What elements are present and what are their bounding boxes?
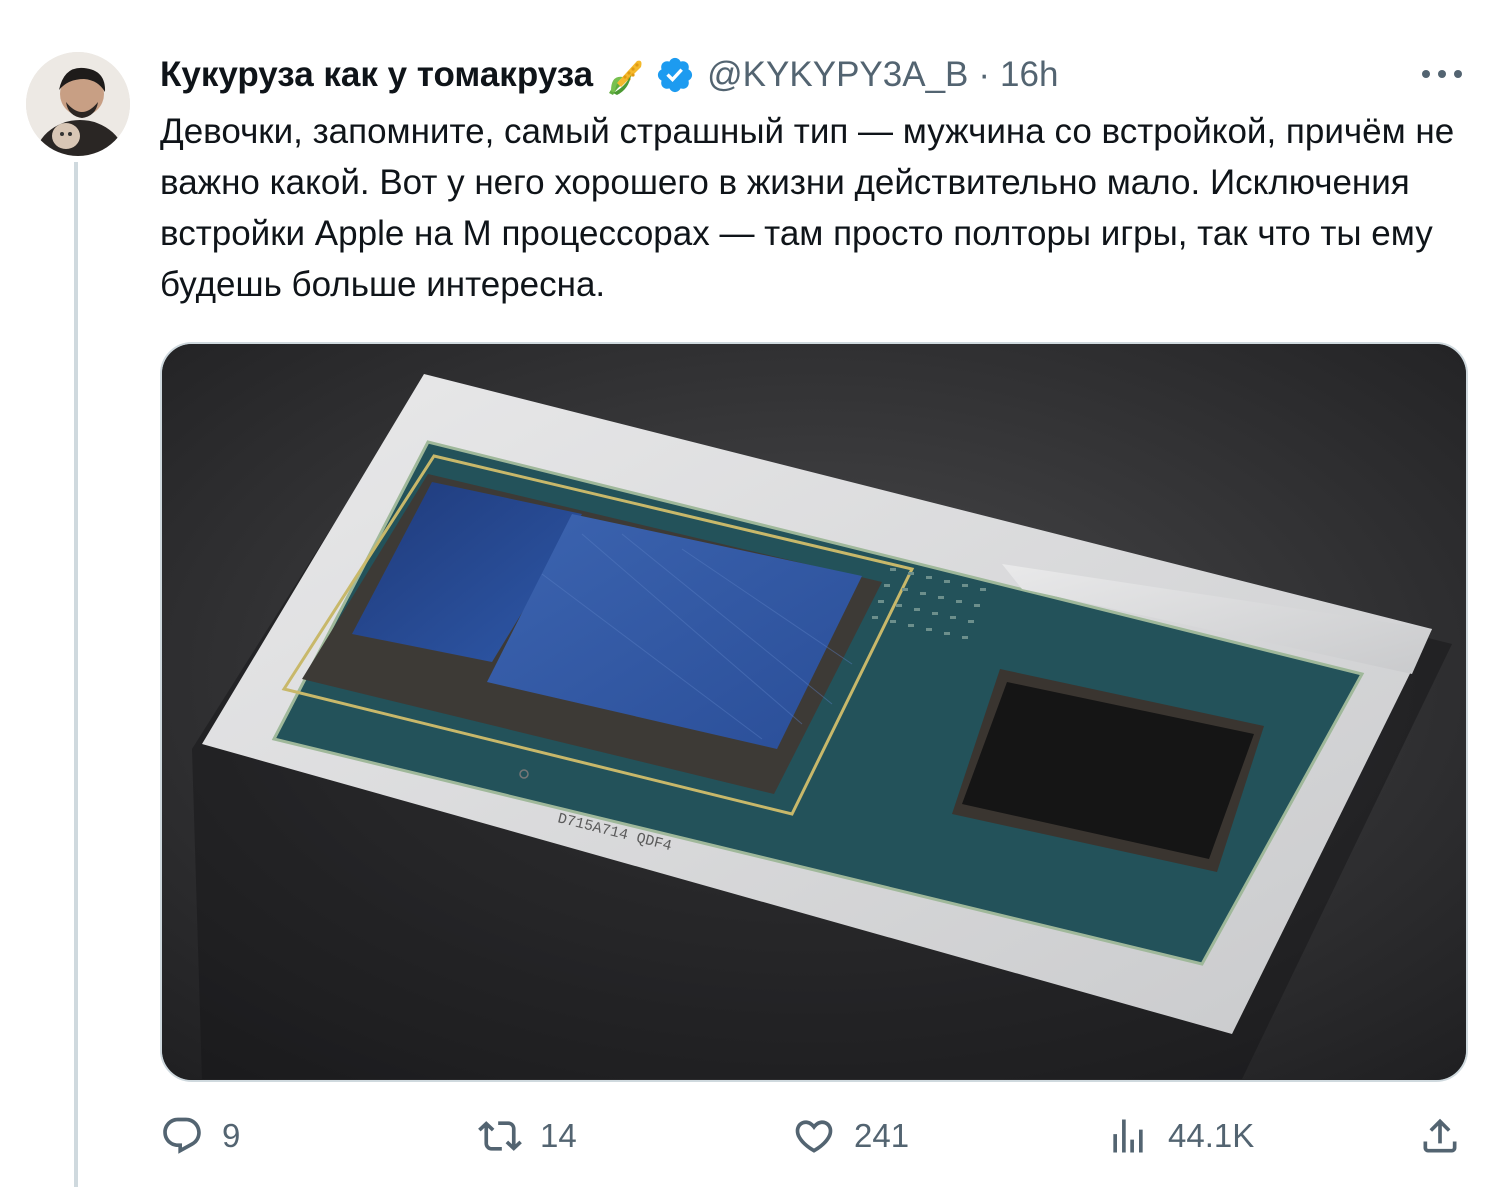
like-count: 241 [854,1117,910,1154]
more-icon[interactable] [1422,62,1462,86]
avatar[interactable] [26,52,130,156]
reply-button[interactable]: 9 [160,1108,240,1164]
retweet-icon [478,1121,522,1151]
views-count: 44.1K [1168,1117,1255,1154]
reply-icon [163,1117,201,1154]
tweet-text: Девочки, запомните, самый страшный тип —… [160,112,1464,304]
timestamp[interactable]: 16h [1000,55,1058,95]
share-icon [1423,1118,1457,1153]
display-name[interactable]: Кукуруза как у томакруза [160,55,593,95]
retweet-button[interactable]: 14 [478,1108,577,1164]
views-button[interactable]: 44.1K [1106,1108,1254,1164]
share-button[interactable] [1418,1108,1462,1164]
handle[interactable]: @KYKYPY3A_B [707,55,968,95]
verified-icon [655,55,695,95]
thread-line [74,162,78,1187]
corn-icon [603,53,647,97]
reply-count: 9 [222,1117,241,1154]
like-button[interactable]: 241 [792,1108,909,1164]
tweet-media-image[interactable]: D715A714 QDF4 [160,342,1468,1082]
retweet-count: 14 [540,1117,577,1154]
tweet-header: Кукуруза как у томакруза @KYKYPY3A_B · 1… [160,50,1058,100]
like-icon [795,1120,833,1153]
tweet-actions: 9 14 241 44.1K [160,1108,1470,1164]
separator-dot: · [978,55,991,94]
views-icon [1113,1119,1143,1153]
